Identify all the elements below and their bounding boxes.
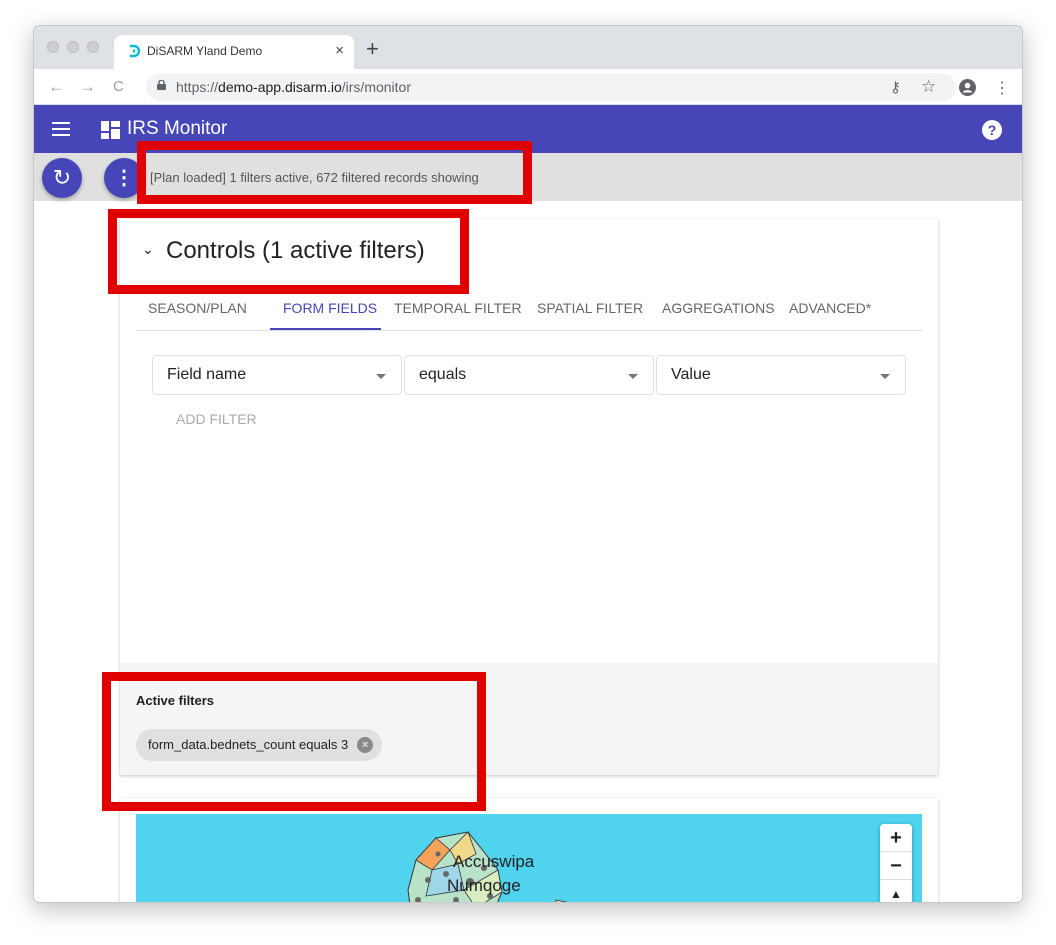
- dashboard-icon: [101, 121, 120, 139]
- refresh-button[interactable]: ↻: [42, 158, 82, 198]
- bookmark-star-icon[interactable]: ☆: [921, 77, 936, 97]
- new-tab-button[interactable]: +: [366, 36, 379, 62]
- dropdown-arrow-icon: [376, 374, 386, 379]
- back-icon[interactable]: ←: [48, 77, 65, 97]
- url-path: /irs/monitor: [341, 79, 411, 95]
- field-name-select-value: Field name: [167, 366, 247, 383]
- zoom-control: + − ▲: [880, 824, 912, 902]
- browser-toolbar: ← → C https://demo-app.disarm.io/irs/mon…: [34, 69, 1022, 105]
- map-label-numqoge: Numqoge: [447, 876, 521, 895]
- page-title: IRS Monitor: [127, 118, 228, 139]
- tab-temporal-filter[interactable]: TEMPORAL FILTER: [394, 300, 522, 316]
- help-icon[interactable]: ?: [982, 120, 1002, 140]
- key-icon[interactable]: ⚷: [890, 78, 901, 96]
- reload-icon[interactable]: C: [113, 78, 124, 95]
- annotation-box-controls-title: [108, 209, 469, 294]
- browser-tab[interactable]: DiSARM Yland Demo ×: [114, 35, 354, 69]
- hamburger-menu-icon[interactable]: [52, 122, 70, 136]
- tab-form-fields[interactable]: FORM FIELDS: [283, 300, 377, 316]
- operator-select[interactable]: equals: [404, 355, 654, 395]
- profile-icon[interactable]: [959, 79, 976, 96]
- tab-strip: DiSARM Yland Demo × +: [34, 26, 1022, 69]
- maximize-window-button[interactable]: [87, 41, 99, 53]
- operator-select-value: equals: [419, 366, 467, 383]
- forward-icon[interactable]: →: [79, 77, 96, 97]
- lock-icon: [157, 80, 166, 90]
- active-tab-indicator: [270, 328, 381, 330]
- tab-close-icon[interactable]: ×: [335, 42, 344, 59]
- tab-aggregations[interactable]: AGGREGATIONS: [662, 300, 775, 316]
- url-host: demo-app.disarm.io: [218, 79, 342, 95]
- map-card: Accuswipa Numqoge + − ▲: [120, 798, 938, 902]
- disarm-logo-icon: [130, 44, 141, 58]
- annotation-box-status: [137, 141, 532, 204]
- minimize-window-button[interactable]: [67, 41, 79, 53]
- value-select-value: Value: [671, 366, 711, 383]
- tab-spatial-filter[interactable]: SPATIAL FILTER: [537, 300, 643, 316]
- browser-menu-icon[interactable]: ⋮: [994, 78, 1010, 98]
- address-bar[interactable]: https://demo-app.disarm.io/irs/monitor ⚷…: [146, 73, 956, 101]
- zoom-in-button[interactable]: +: [880, 824, 912, 852]
- annotation-box-active-filters: [102, 672, 486, 811]
- field-name-select[interactable]: Field name: [152, 355, 402, 395]
- url-scheme: https://: [176, 79, 219, 95]
- zoom-out-button[interactable]: −: [880, 852, 912, 880]
- reset-north-icon[interactable]: ▲: [880, 880, 912, 902]
- controls-tabs: SEASON/PLAN FORM FIELDS TEMPORAL FILTER …: [136, 289, 922, 331]
- dropdown-arrow-icon: [628, 374, 638, 379]
- tab-advanced[interactable]: ADVANCED*: [789, 300, 871, 316]
- close-window-button[interactable]: [47, 41, 59, 53]
- tab-season-plan[interactable]: SEASON/PLAN: [148, 300, 247, 316]
- dropdown-arrow-icon: [880, 374, 890, 379]
- url-text: https://demo-app.disarm.io/irs/monitor: [176, 79, 411, 95]
- map-label-accuswipa: Accuswipa: [453, 852, 535, 871]
- add-filter-button[interactable]: ADD FILTER: [176, 411, 257, 427]
- tab-title: DiSARM Yland Demo: [147, 44, 263, 58]
- value-select[interactable]: Value: [656, 355, 906, 395]
- map-view[interactable]: Accuswipa Numqoge + − ▲: [136, 814, 922, 902]
